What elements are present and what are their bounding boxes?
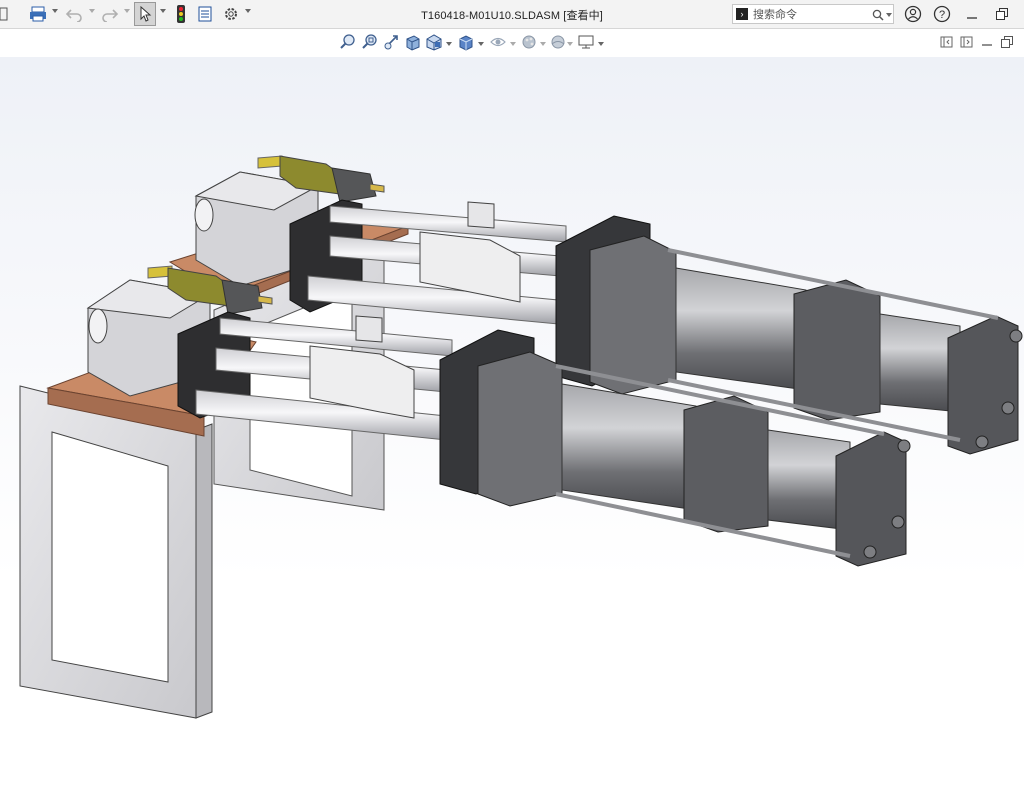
print-dropdown-icon[interactable] xyxy=(52,9,58,13)
edit-appearance-icon[interactable] xyxy=(521,33,539,51)
search-input[interactable] xyxy=(753,6,863,22)
search-dropdown-icon[interactable] xyxy=(886,13,892,17)
select-icon[interactable] xyxy=(134,2,156,26)
view-settings-icon[interactable] xyxy=(577,33,595,51)
previous-view-icon[interactable] xyxy=(383,33,401,51)
zoom-to-area-icon[interactable] xyxy=(361,33,379,51)
undo-icon[interactable] xyxy=(64,3,84,25)
svg-text:?: ? xyxy=(939,9,945,21)
user-account-icon[interactable] xyxy=(903,3,923,25)
view-orientation-icon[interactable] xyxy=(425,33,443,51)
view-orientation-dropdown-icon[interactable] xyxy=(446,42,452,46)
hide-show-dropdown-icon[interactable] xyxy=(510,42,516,46)
rebuild-traffic-light-icon[interactable] xyxy=(174,3,188,25)
assembly-model[interactable] xyxy=(0,57,1024,804)
expand-right-icon[interactable] xyxy=(958,33,976,51)
apply-scene-icon[interactable] xyxy=(549,33,567,51)
title-bar: T160418-M01U10.SLDASM [查看中] › ? xyxy=(0,0,1024,29)
graphics-viewport[interactable] xyxy=(0,57,1024,804)
heads-up-view-toolbar xyxy=(0,29,1024,57)
collapse-left-icon[interactable] xyxy=(938,33,956,51)
hide-show-items-icon[interactable] xyxy=(489,33,507,51)
select-dropdown-icon[interactable] xyxy=(160,9,166,13)
menu-icon[interactable] xyxy=(0,3,10,25)
options-gear-icon[interactable] xyxy=(222,3,240,25)
section-view-icon[interactable] xyxy=(404,33,422,51)
command-prompt-icon: › xyxy=(736,8,748,20)
zoom-to-fit-icon[interactable] xyxy=(339,33,357,51)
restore-icon[interactable] xyxy=(992,3,1012,25)
view-settings-dropdown-icon[interactable] xyxy=(598,42,604,46)
redo-dropdown-icon[interactable] xyxy=(124,9,130,13)
undo-dropdown-icon[interactable] xyxy=(89,9,95,13)
display-style-dropdown-icon[interactable] xyxy=(478,42,484,46)
display-style-icon[interactable] xyxy=(457,33,475,51)
minimize-icon[interactable] xyxy=(962,3,982,25)
print-icon[interactable] xyxy=(28,3,48,25)
search-commands-box[interactable]: › xyxy=(732,4,894,24)
panel-minimize-icon[interactable] xyxy=(978,33,996,51)
help-icon[interactable]: ? xyxy=(932,3,952,25)
redo-icon[interactable] xyxy=(100,3,120,25)
file-properties-icon[interactable] xyxy=(196,3,214,25)
panel-restore-icon[interactable] xyxy=(998,33,1016,51)
search-icon[interactable] xyxy=(872,9,884,21)
options-dropdown-icon[interactable] xyxy=(245,9,251,13)
edit-appearance-dropdown-icon[interactable] xyxy=(540,42,546,46)
apply-scene-dropdown-icon[interactable] xyxy=(567,42,573,46)
